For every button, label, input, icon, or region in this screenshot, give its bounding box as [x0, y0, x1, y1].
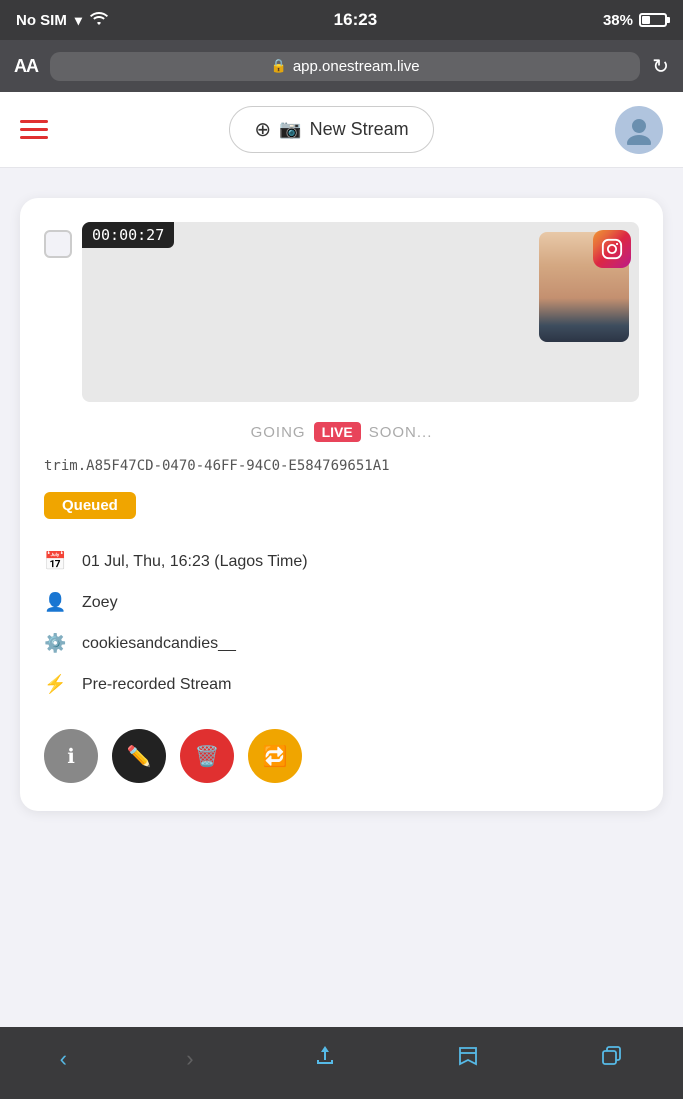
back-button[interactable]: ‹: [60, 1046, 67, 1072]
url-text: app.onestream.live: [293, 58, 420, 75]
info-icon: ℹ: [67, 744, 75, 769]
stream-checkbox[interactable]: [44, 230, 72, 258]
meta-type: ⚡ Pre-recorded Stream: [44, 664, 639, 705]
hamburger-menu[interactable]: [20, 120, 48, 139]
going-text: GOING: [251, 424, 306, 441]
battery-icon: [639, 13, 667, 27]
status-bar: No SIM ▾ 16:23 38%: [0, 0, 683, 40]
hamburger-line-3: [20, 136, 48, 139]
browser-url-bar[interactable]: 🔒 app.onestream.live: [50, 52, 640, 81]
status-time: 16:23: [334, 10, 377, 30]
browser-aa-button[interactable]: AA: [14, 56, 38, 77]
meta-list: 📅 01 Jul, Thu, 16:23 (Lagos Time) 👤 Zoey…: [44, 541, 639, 705]
delete-button[interactable]: 🗑️: [180, 729, 234, 783]
calendar-icon: 📅: [44, 551, 66, 572]
spacer: [0, 168, 683, 198]
edit-icon: ✏️: [127, 744, 152, 769]
video-timestamp: 00:00:27: [82, 222, 174, 248]
nav-header: ⊕ 📷 New Stream: [0, 92, 683, 168]
meta-date: 📅 01 Jul, Thu, 16:23 (Lagos Time): [44, 541, 639, 582]
status-badge: Queued: [44, 492, 136, 519]
going-live-banner: GOING LIVE SOON...: [44, 422, 639, 442]
video-preview: 00:00:27: [44, 222, 639, 402]
stream-id: trim.A85F47CD-0470-46FF-94C0-E584769651A…: [44, 458, 639, 474]
meta-account: ⚙️ cookiesandcandies__: [44, 623, 639, 664]
checkbox-area: [44, 230, 72, 258]
edit-button[interactable]: ✏️: [112, 729, 166, 783]
bookmarks-button[interactable]: [456, 1044, 480, 1074]
person-icon: 👤: [44, 592, 66, 613]
user-avatar[interactable]: [615, 106, 663, 154]
repost-button[interactable]: 🔁: [248, 729, 302, 783]
delete-icon: 🗑️: [195, 744, 220, 769]
action-buttons: ℹ ✏️ 🗑️ 🔁: [44, 729, 639, 783]
share-button[interactable]: [313, 1044, 337, 1074]
wifi-icon: ▾: [75, 12, 82, 29]
status-left: No SIM ▾: [16, 11, 108, 29]
repost-icon: 🔁: [263, 744, 288, 769]
live-badge: LIVE: [314, 422, 361, 442]
forward-button[interactable]: ›: [186, 1046, 193, 1072]
user-value: Zoey: [82, 594, 118, 612]
soon-text: SOON...: [369, 424, 433, 441]
info-button[interactable]: ℹ: [44, 729, 98, 783]
lock-icon: 🔒: [271, 58, 287, 74]
type-value: Pre-recorded Stream: [82, 676, 231, 694]
bottom-nav: ‹ ›: [0, 1027, 683, 1099]
meta-user: 👤 Zoey: [44, 582, 639, 623]
camera-icon: 📷: [279, 119, 301, 140]
date-value: 01 Jul, Thu, 16:23 (Lagos Time): [82, 553, 308, 571]
status-right: 38%: [603, 12, 667, 29]
settings-icon: ⚙️: [44, 633, 66, 654]
browser-bar: AA 🔒 app.onestream.live ↻: [0, 40, 683, 92]
refresh-button[interactable]: ↻: [652, 54, 669, 79]
carrier-label: No SIM: [16, 12, 67, 29]
hamburger-line-2: [20, 128, 48, 131]
new-stream-label: New Stream: [310, 119, 409, 140]
instagram-badge: [593, 230, 631, 268]
hamburger-line-1: [20, 120, 48, 123]
tabs-button[interactable]: [599, 1044, 623, 1074]
lightning-icon: ⚡: [44, 674, 66, 695]
stream-card: 00:00:27 GOING LIVE SOON... trim.A85F47C…: [20, 198, 663, 811]
upload-icon: ⊕: [254, 117, 271, 142]
wifi-signal-icon: [90, 11, 108, 29]
main-content: 00:00:27 GOING LIVE SOON... trim.A85F47C…: [0, 198, 683, 831]
new-stream-button[interactable]: ⊕ 📷 New Stream: [229, 106, 433, 153]
video-thumbnail: 00:00:27: [82, 222, 639, 402]
battery-percent: 38%: [603, 12, 633, 29]
account-value: cookiesandcandies__: [82, 635, 236, 653]
